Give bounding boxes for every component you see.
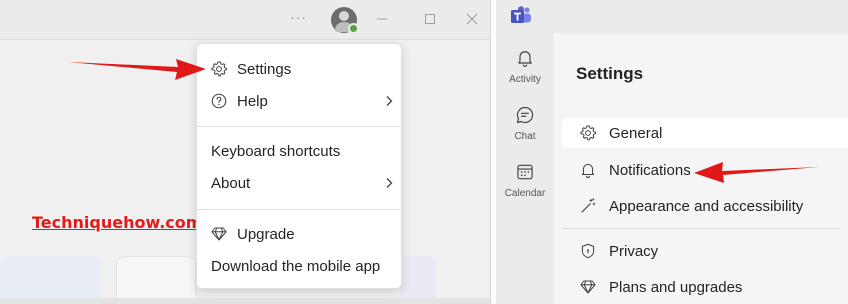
background-strip	[0, 298, 490, 304]
title-bar: ···	[0, 0, 490, 40]
settings-divider	[562, 228, 840, 229]
settings-item-label: Notifications	[609, 161, 691, 179]
settings-item-label: Appearance and accessibility	[609, 197, 804, 215]
teams-logo-icon	[511, 6, 531, 23]
presence-available-icon	[348, 23, 359, 34]
diamond-icon	[209, 224, 229, 244]
minimize-button[interactable]	[370, 8, 394, 30]
bell-icon	[513, 46, 537, 70]
rail-item-calendar[interactable]: Calendar	[496, 160, 554, 212]
menu-item-help[interactable]: Help	[197, 85, 401, 117]
menu-item-label: Upgrade	[237, 225, 295, 243]
menu-item-label: Help	[237, 92, 268, 110]
settings-item-plans-upgrades[interactable]: Plans and upgrades	[562, 272, 848, 302]
rail-label: Activity	[509, 74, 541, 85]
settings-item-label: Privacy	[609, 242, 659, 260]
rail-item-activity[interactable]: Activity	[496, 46, 554, 98]
menu-item-upgrade[interactable]: Upgrade	[197, 218, 401, 250]
teams-window-left: ··· Techniquehow.com Settings Help Keybo…	[0, 0, 491, 304]
settings-item-label: Plans and upgrades	[609, 278, 743, 296]
menu-divider	[197, 209, 401, 210]
calendar-icon	[513, 160, 537, 184]
background-card	[400, 256, 436, 304]
annotation-arrow	[68, 59, 206, 80]
settings-item-privacy[interactable]: Privacy	[562, 236, 848, 266]
diamond-icon	[578, 277, 598, 297]
app-rail: Activity Chat Calendar	[496, 34, 554, 304]
help-circle-icon	[209, 91, 229, 111]
menu-item-settings[interactable]: Settings	[197, 53, 401, 85]
annotation-arrow	[694, 162, 819, 183]
close-button[interactable]	[460, 8, 484, 30]
maximize-icon	[425, 14, 435, 24]
menu-item-download-mobile-app[interactable]: Download the mobile app	[197, 250, 401, 282]
watermark: Techniquehow.com	[32, 213, 203, 232]
teams-window-right: Activity Chat Calendar Settings General	[496, 0, 848, 304]
close-icon	[466, 13, 478, 25]
more-options-button[interactable]: ···	[290, 9, 307, 25]
menu-item-label: About	[211, 174, 251, 192]
gear-icon	[209, 59, 229, 79]
page-title: Settings	[576, 64, 644, 83]
menu-item-label: Keyboard shortcuts	[211, 142, 341, 160]
profile-menu: Settings Help Keyboard shortcuts About U…	[196, 43, 402, 289]
settings-item-label: General	[609, 124, 663, 142]
background-card	[0, 256, 100, 304]
bell-icon	[578, 160, 598, 180]
menu-item-label: Download the mobile app	[211, 257, 381, 275]
rail-item-chat[interactable]: Chat	[496, 103, 554, 155]
menu-item-keyboard-shortcuts[interactable]: Keyboard shortcuts	[197, 135, 401, 167]
title-bar	[496, 0, 848, 34]
rail-label: Chat	[514, 131, 536, 142]
settings-item-appearance-accessibility[interactable]: Appearance and accessibility	[562, 191, 848, 221]
menu-divider	[197, 126, 401, 127]
rail-label: Calendar	[504, 188, 546, 199]
gear-icon	[578, 123, 598, 143]
menu-item-about[interactable]: About	[197, 167, 401, 199]
minimize-icon	[377, 18, 387, 20]
profile-avatar[interactable]	[331, 7, 359, 34]
magic-wand-icon	[578, 196, 598, 216]
settings-item-general[interactable]: General	[562, 118, 848, 148]
background-card	[116, 256, 196, 304]
maximize-button[interactable]	[418, 8, 442, 30]
shield-icon	[578, 241, 598, 261]
chevron-right-icon	[386, 178, 393, 188]
chevron-right-icon	[386, 96, 393, 106]
menu-item-label: Settings	[237, 60, 292, 78]
chat-icon	[513, 103, 537, 127]
avatar-head	[339, 11, 349, 21]
